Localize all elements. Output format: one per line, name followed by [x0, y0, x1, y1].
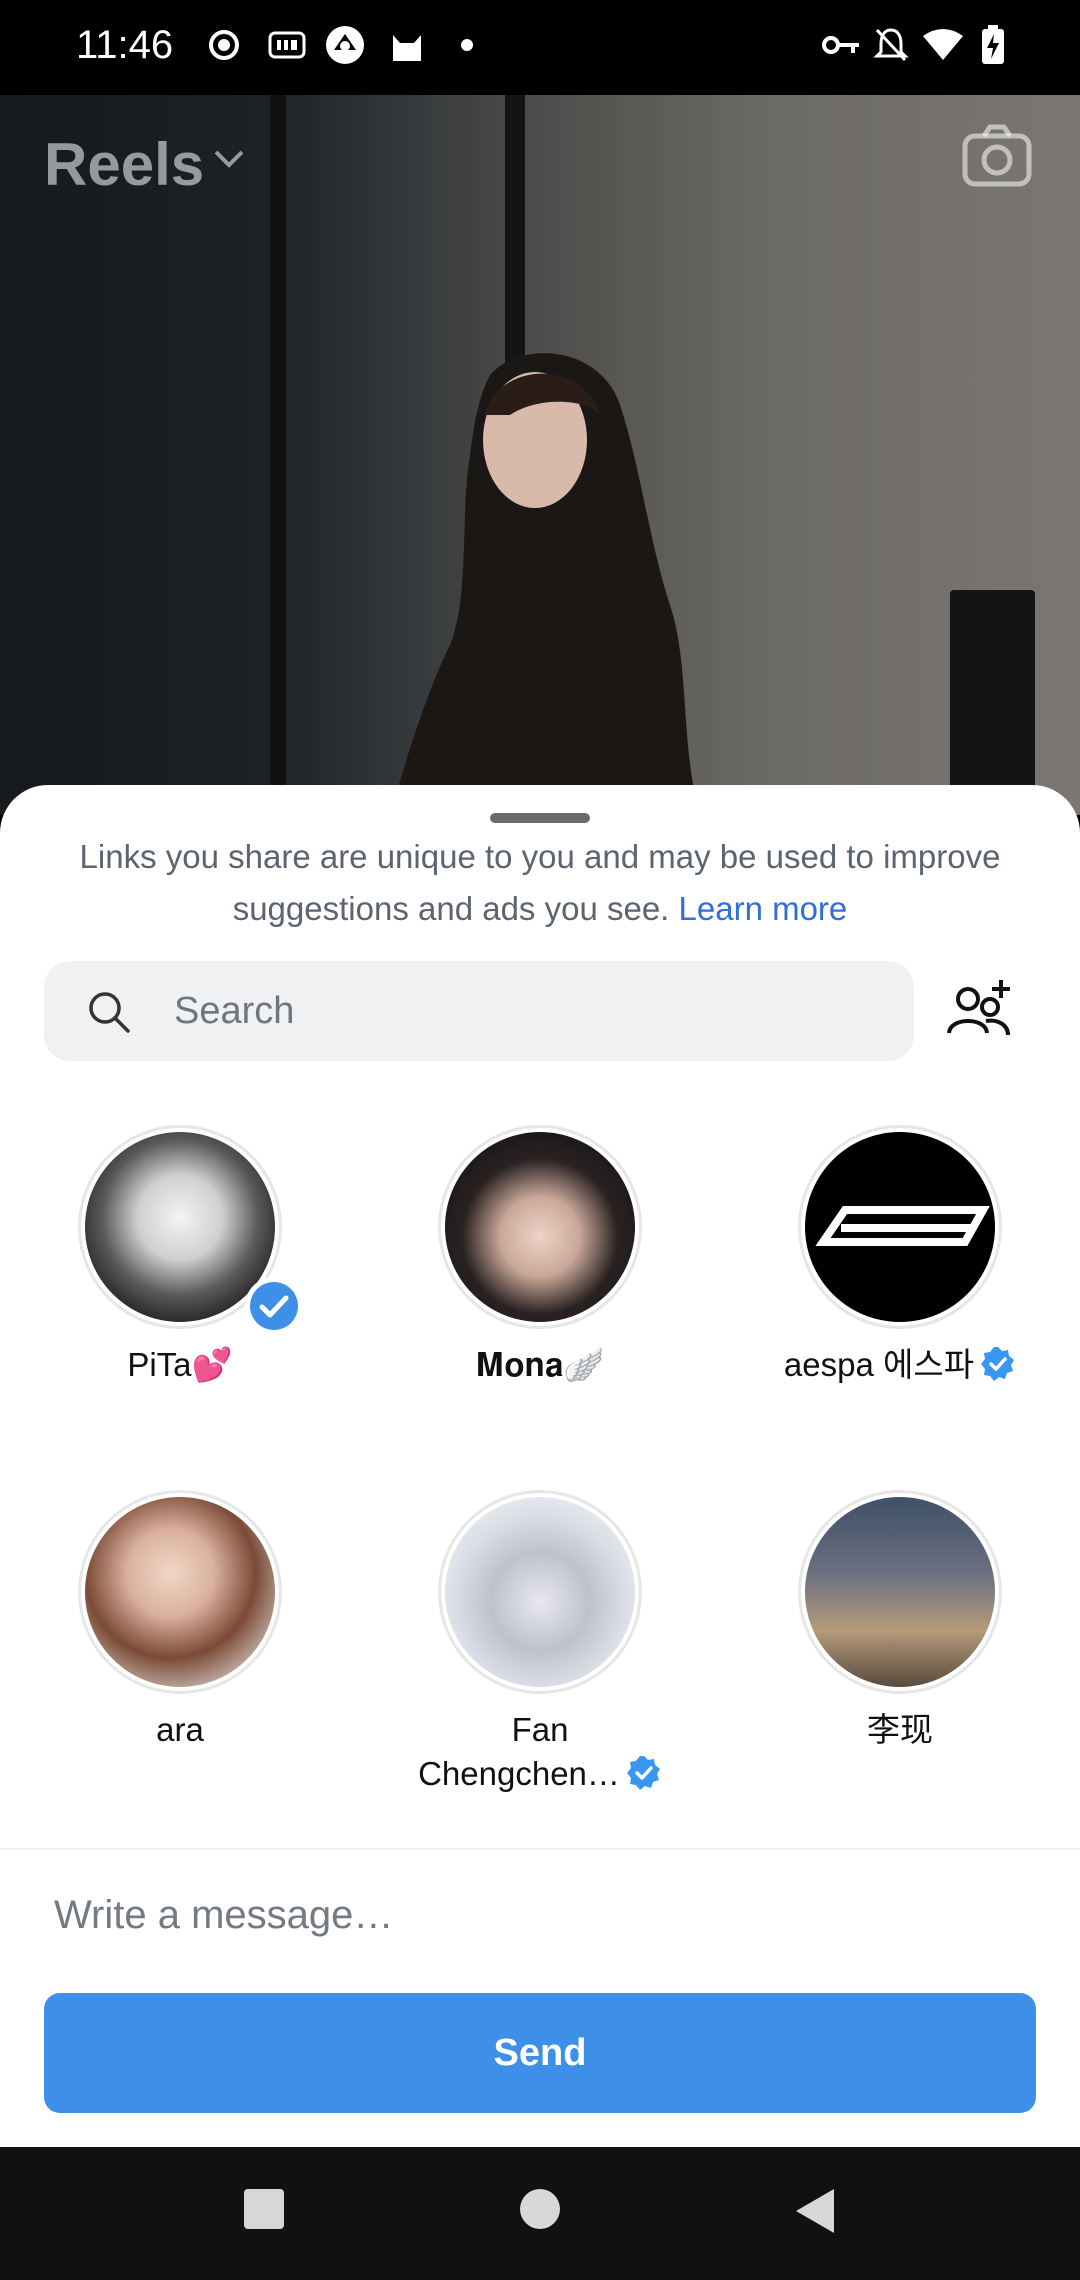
contact-name-text: aespa 에스파 [783, 1346, 975, 1383]
selected-check-icon [243, 1275, 305, 1342]
dot-icon [446, 24, 488, 66]
video-person-silhouette [390, 353, 700, 815]
contact-name: ara [156, 1711, 204, 1748]
contact-name: PiTa💕 [127, 1346, 233, 1383]
search-bar[interactable] [44, 961, 914, 1061]
contact-item[interactable]: aespa 에스파 [735, 1125, 1065, 1393]
avatar [438, 1490, 642, 1694]
key-icon [820, 24, 862, 66]
video-scene-shape [270, 95, 286, 815]
reels-header-title[interactable]: Reels [44, 130, 204, 199]
share-notice-text: Links you share are unique to you and ma… [79, 838, 1001, 927]
contact-name-line2: Chengchen… [418, 1755, 620, 1792]
avatar [798, 1125, 1002, 1329]
back-triangle-icon[interactable] [794, 2187, 838, 2240]
avatar [438, 1125, 642, 1329]
chevron-down-icon[interactable] [212, 148, 246, 175]
contact-item[interactable]: PiTa💕 [15, 1125, 345, 1387]
camera-icon[interactable] [962, 124, 1032, 193]
cat-icon [386, 24, 428, 66]
verified-badge-icon [626, 1755, 662, 1802]
send-button[interactable]: Send [44, 1993, 1036, 2113]
wifi-icon [922, 24, 964, 66]
message-input[interactable] [54, 1880, 1034, 1950]
contact-name: 𝐌𝐨𝐧𝐚🪽 [475, 1346, 605, 1383]
recents-square-icon[interactable] [242, 2187, 286, 2236]
avatar [78, 1490, 282, 1694]
sheet-drag-handle[interactable] [490, 813, 590, 823]
search-input[interactable] [174, 979, 874, 1043]
divider [0, 1848, 1080, 1850]
learn-more-link[interactable]: Learn more [679, 890, 848, 927]
reel-video-background [0, 95, 1080, 815]
aespa-logo [815, 1206, 990, 1246]
battery-charging-icon [972, 24, 1014, 66]
iqiyi-icon [266, 24, 308, 66]
search-icon [86, 989, 132, 1040]
add-people-icon[interactable] [946, 977, 1014, 1046]
contact-name: Fan Chengchen… [375, 1708, 705, 1802]
status-time: 11:46 [76, 23, 174, 67]
system-nav-bar [0, 2147, 1080, 2280]
contact-item[interactable]: 李现 [735, 1490, 1065, 1752]
contact-name: aespa 에스파 [735, 1343, 1065, 1393]
share-sheet: Links you share are unique to you and ma… [0, 785, 1080, 2147]
home-circle-icon[interactable] [518, 2187, 562, 2236]
contact-item[interactable]: Fan Chengchen… [375, 1490, 705, 1802]
app-icon [324, 24, 366, 66]
contact-name-line1: Fan [511, 1711, 569, 1748]
share-notice: Links you share are unique to you and ma… [60, 831, 1020, 935]
contact-item[interactable]: 𝐌𝐨𝐧𝐚🪽 [375, 1125, 705, 1387]
video-scene-shape [950, 590, 1035, 815]
contact-item[interactable]: ara [15, 1490, 345, 1752]
record-icon [203, 24, 245, 66]
contact-name: 李现 [867, 1711, 933, 1748]
verified-badge-icon [980, 1346, 1016, 1393]
avatar [798, 1490, 1002, 1694]
bell-off-icon [870, 24, 912, 66]
status-bar: 11:46 [0, 0, 1080, 95]
